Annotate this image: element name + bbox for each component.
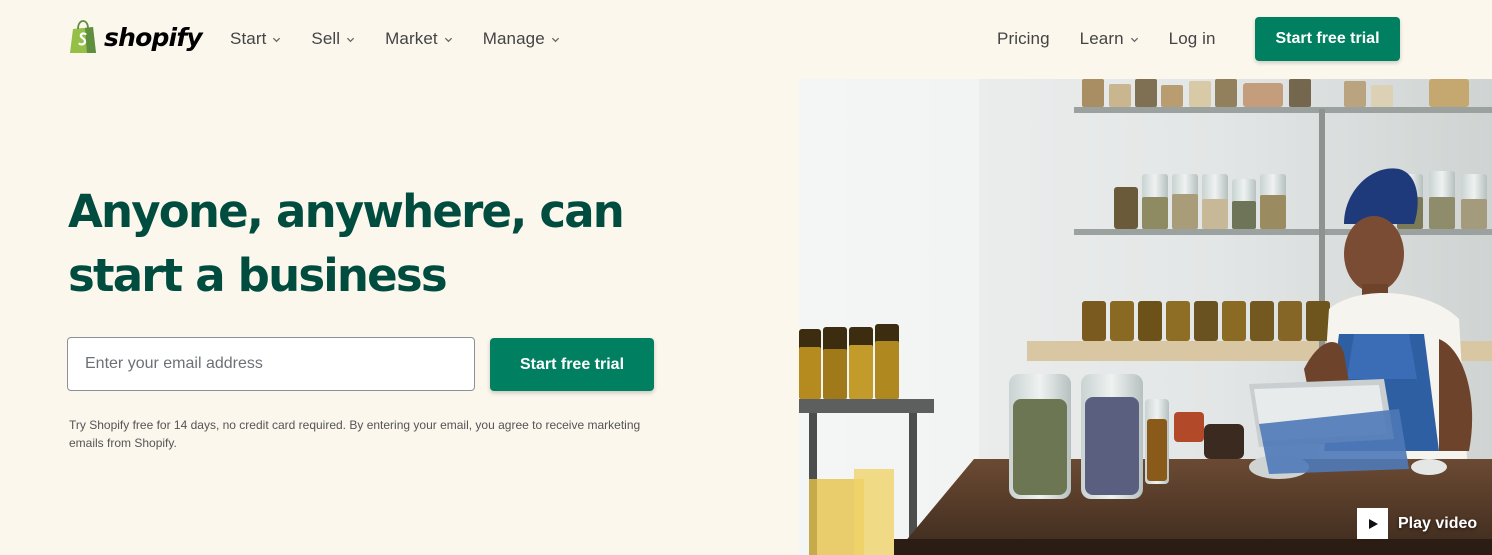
nav-item-label: Pricing [997,29,1050,48]
nav-item-label: Market [385,29,438,48]
play-icon [1357,508,1388,539]
shopping-bag-icon [70,20,96,53]
nav-item-pricing[interactable]: Pricing [997,29,1050,49]
headline-line-1: Anyone, anywhere, can [68,185,625,238]
play-video-button[interactable]: Play video [1357,508,1477,539]
nav-item-sell[interactable]: Sell [311,29,355,49]
signup-disclaimer: Try Shopify free for 14 days, no credit … [69,418,641,450]
nav-item-label: Sell [311,29,341,48]
chevron-down-icon [551,37,559,42]
nav-item-label: Start [230,29,267,48]
play-video-label: Play video [1398,514,1478,532]
site-header: shopify Start Sell Market Manage Pricing… [0,0,1492,80]
chevron-down-icon [444,37,452,42]
hero-headline: Anyone, anywhere, can start a business [68,180,628,308]
header-start-trial-button[interactable]: Start free trial [1255,17,1400,61]
chevron-down-icon [347,37,355,42]
nav-item-start[interactable]: Start [230,29,281,49]
nav-item-label: Log in [1168,29,1216,48]
hero-photo [799,79,1492,555]
nav-item-learn[interactable]: Learn [1080,29,1139,49]
headline-line-2: start a business [68,249,448,302]
secondary-nav: Pricing Learn Log in [997,29,1216,49]
nav-item-label: Learn [1079,29,1124,48]
hero-start-trial-button[interactable]: Start free trial [490,338,654,391]
nav-item-label: Manage [482,29,545,48]
hero-photo-illustration [799,79,1492,555]
nav-item-market[interactable]: Market [385,29,453,49]
chevron-down-icon [273,37,281,42]
primary-nav: Start Sell Market Manage [230,29,560,49]
email-input[interactable] [67,337,475,391]
nav-item-login[interactable]: Log in [1169,29,1216,49]
nav-item-manage[interactable]: Manage [483,29,560,49]
logo-text: shopify [104,22,203,52]
shopify-logo[interactable]: shopify [68,20,203,54]
chevron-down-icon [1130,37,1138,42]
